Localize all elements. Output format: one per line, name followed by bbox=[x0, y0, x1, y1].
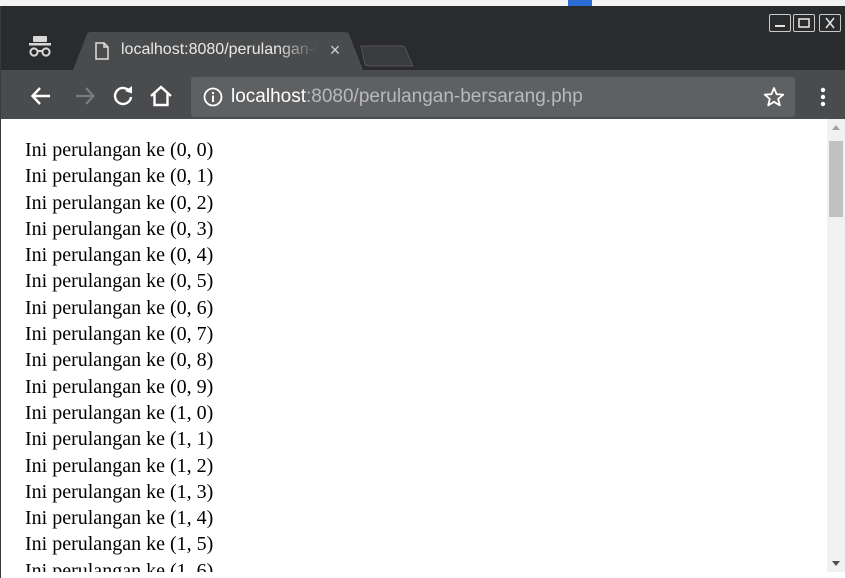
output-line: Ini perulangan ke (1, 6) bbox=[25, 559, 214, 572]
url-host: localhost bbox=[231, 86, 306, 107]
page-icon bbox=[95, 42, 109, 60]
output-line: Ini perulangan ke (0, 7) bbox=[25, 323, 214, 346]
output-line: Ini perulangan ke (1, 5) bbox=[25, 533, 214, 556]
output-line: Ini perulangan ke (0, 3) bbox=[25, 217, 214, 240]
tab-title: localhost:8080/perulangan-bersarang.php bbox=[121, 41, 317, 58]
info-icon[interactable] bbox=[203, 87, 223, 107]
close-window-button[interactable] bbox=[819, 14, 841, 32]
tab-close-button[interactable]: × bbox=[325, 40, 345, 60]
vertical-dots-icon[interactable] bbox=[813, 84, 833, 110]
output-line: Ini perulangan ke (0, 4) bbox=[25, 244, 214, 267]
new-tab-button[interactable] bbox=[357, 44, 417, 68]
output-line: Ini perulangan ke (1, 4) bbox=[25, 507, 214, 530]
maximize-icon bbox=[798, 18, 810, 28]
output-line: Ini perulangan ke (0, 1) bbox=[25, 165, 214, 188]
page-content: Ini perulangan ke (0, 0) Ini perulangan k… bbox=[1, 119, 827, 572]
incognito-icon bbox=[29, 36, 51, 57]
output-line: Ini perulangan ke (1, 1) bbox=[25, 428, 214, 451]
output-line: Ini perulangan ke (1, 0) bbox=[25, 401, 214, 424]
scroll-up-arrow-icon[interactable] bbox=[827, 119, 845, 136]
output-line: Ini perulangan ke (0, 8) bbox=[25, 349, 214, 372]
scroll-down-arrow-icon[interactable] bbox=[827, 555, 845, 572]
output-lines: Ini perulangan ke (0, 0) Ini perulangan k… bbox=[25, 137, 213, 572]
output-line: Ini perulangan ke (0, 0) bbox=[25, 139, 214, 161]
maximize-button[interactable] bbox=[793, 14, 815, 32]
minimize-icon bbox=[775, 25, 785, 27]
reload-icon[interactable] bbox=[111, 84, 135, 108]
minimize-button[interactable] bbox=[769, 14, 791, 32]
arrow-left-icon[interactable] bbox=[29, 84, 53, 108]
address-bar[interactable]: localhost:8080/perulangan-bersarang.php bbox=[191, 77, 795, 117]
star-icon[interactable] bbox=[763, 86, 785, 108]
address-bar-url[interactable]: localhost:8080/perulangan-bersarang.php bbox=[231, 86, 583, 108]
output-line: Ini perulangan ke (1, 3) bbox=[25, 480, 214, 503]
tab-active[interactable]: localhost:8080/perulangan-bersarang.php … bbox=[73, 32, 363, 70]
output-line: Ini perulangan ke (0, 9) bbox=[25, 375, 214, 398]
toolbar: localhost:8080/perulangan-bersarang.php bbox=[1, 70, 845, 125]
output-line: Ini perulangan ke (0, 5) bbox=[25, 270, 214, 293]
close-icon bbox=[825, 17, 835, 29]
url-path: :8080/perulangan-bersarang.php bbox=[306, 86, 583, 107]
output-line: Ini perulangan ke (0, 6) bbox=[25, 296, 214, 319]
home-icon[interactable] bbox=[149, 84, 173, 108]
output-line: Ini perulangan ke (0, 2) bbox=[25, 191, 214, 214]
vertical-scrollbar[interactable] bbox=[827, 119, 845, 572]
scrollbar-thumb[interactable] bbox=[829, 141, 843, 217]
title-bar: localhost:8080/perulangan-bersarang.php … bbox=[1, 6, 845, 70]
output-line: Ini perulangan ke (1, 2) bbox=[25, 454, 214, 477]
screen: localhost:8080/perulangan-bersarang.php … bbox=[0, 0, 845, 578]
arrow-right-icon[interactable] bbox=[73, 84, 97, 108]
